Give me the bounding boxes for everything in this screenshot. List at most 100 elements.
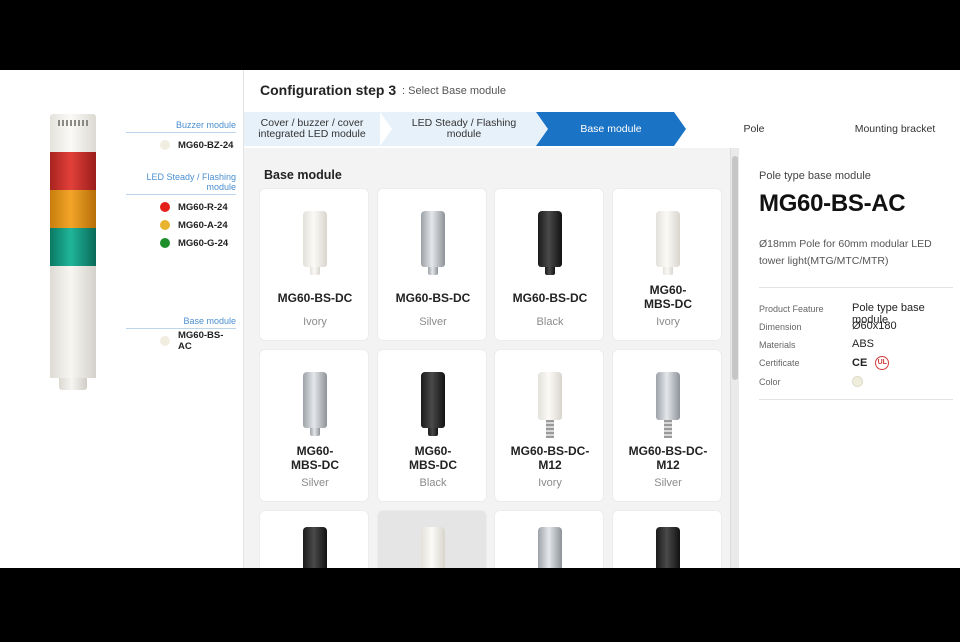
selected-module-item[interactable]: MG60-BS-AC bbox=[126, 330, 236, 352]
product-name: MG60-MBS-DC bbox=[644, 283, 692, 311]
product-name: MG60-BS-DC bbox=[395, 291, 471, 305]
spec-label: Color bbox=[759, 377, 781, 387]
product-image bbox=[303, 211, 327, 275]
spec-row-certificate: Certificate CE UL bbox=[759, 356, 959, 374]
detail-description: Ø18mm Pole for 60mm modular LED tower li… bbox=[759, 238, 932, 267]
step-progress-bar: Cover / buzzer / cover integrated LED mo… bbox=[244, 112, 960, 146]
product-image bbox=[538, 372, 562, 438]
product-card[interactable]: MG60-BS-DC Black bbox=[494, 188, 604, 341]
module-code: MG60-R-24 bbox=[178, 201, 228, 213]
spec-label: Materials bbox=[759, 340, 796, 350]
product-image bbox=[656, 211, 680, 275]
spec-row-dimension: Dimension Ø60x180 bbox=[759, 320, 959, 338]
step-label: Mounting bracket bbox=[854, 122, 936, 135]
product-name: MG60-BS-DC-M12 bbox=[510, 444, 590, 472]
red-led-module-preview bbox=[50, 152, 96, 190]
page-subtitle: : Select Base module bbox=[402, 85, 506, 97]
product-color: Black bbox=[536, 316, 564, 328]
spec-label: Certificate bbox=[759, 358, 800, 368]
configuration-main: Configuration step 3 : Select Base modul… bbox=[243, 70, 960, 568]
group-label: Buzzer module bbox=[126, 120, 236, 133]
module-code: MG60-A-24 bbox=[178, 219, 228, 231]
selected-module-item[interactable]: MG60-R-24 bbox=[126, 201, 236, 213]
product-color: Ivory bbox=[656, 316, 680, 328]
amber-led-module-preview bbox=[50, 190, 96, 228]
product-color: Silver bbox=[419, 316, 447, 328]
spec-value: ABS bbox=[852, 338, 875, 350]
product-card[interactable]: MG60-BS-DC-M12 Ivory bbox=[494, 349, 604, 502]
step-arrow-icon bbox=[674, 112, 686, 146]
module-code: MG60-BZ-24 bbox=[178, 139, 234, 151]
product-card[interactable]: MG60-BS-DC Silver bbox=[377, 188, 487, 341]
product-image bbox=[303, 372, 327, 436]
ul-mark-icon: UL bbox=[875, 356, 890, 370]
green-led-module-preview bbox=[50, 228, 96, 266]
step-label: Pole bbox=[743, 122, 765, 135]
configurator-window: Buzzer module MG60-BZ-24 LED Steady / Fl… bbox=[0, 70, 960, 568]
product-card[interactable]: MG60-BS-DC-M12 Silver bbox=[612, 349, 722, 502]
base-module-preview bbox=[50, 266, 96, 378]
step-label: Base module bbox=[580, 122, 642, 135]
detail-model: MG60-BS-AC bbox=[759, 190, 906, 217]
spec-label: Dimension bbox=[759, 322, 802, 332]
product-card[interactable]: MG60-MBS-DC Ivory bbox=[612, 188, 722, 341]
spec-row-color: Color bbox=[759, 375, 959, 393]
step-label: LED Steady / Flashing module bbox=[411, 117, 517, 140]
color-dot-icon bbox=[160, 238, 170, 248]
product-card-selected[interactable] bbox=[377, 510, 487, 568]
spec-value bbox=[852, 375, 863, 387]
divider bbox=[759, 399, 953, 400]
buzzer-module-preview bbox=[50, 114, 96, 152]
color-swatch bbox=[852, 375, 863, 387]
product-grid-panel: Base module MG60-BS-DC Ivory MG60-BS-DC … bbox=[244, 148, 739, 568]
spec-value: CE UL bbox=[852, 356, 890, 370]
module-code: MG60-G-24 bbox=[178, 237, 229, 249]
product-color: Silver bbox=[654, 477, 682, 489]
selected-module-item[interactable]: MG60-A-24 bbox=[126, 219, 236, 231]
product-image bbox=[656, 372, 680, 438]
step-base-module[interactable]: Base module bbox=[536, 112, 686, 146]
step-notch-icon bbox=[536, 112, 548, 146]
tower-light-preview bbox=[50, 114, 96, 390]
color-dot-icon bbox=[160, 202, 170, 212]
spec-row-materials: Materials ABS bbox=[759, 338, 959, 356]
buzzer-module-group: Buzzer module MG60-BZ-24 bbox=[126, 120, 236, 151]
product-name: MG60-BS-DC-M12 bbox=[628, 444, 708, 472]
page-title: Configuration step 3 bbox=[260, 82, 397, 98]
product-image bbox=[303, 527, 327, 568]
product-image bbox=[656, 527, 680, 568]
product-color: Ivory bbox=[303, 316, 327, 328]
product-name: MG60-MBS-DC bbox=[409, 444, 457, 472]
product-card[interactable] bbox=[612, 510, 722, 568]
step-mounting-bracket[interactable]: Mounting bracket bbox=[832, 112, 958, 146]
tower-preview-panel: Buzzer module MG60-BZ-24 LED Steady / Fl… bbox=[0, 70, 243, 568]
divider bbox=[759, 287, 953, 288]
step-led-module[interactable]: LED Steady / Flashing module bbox=[380, 112, 536, 146]
module-code: MG60-BS-AC bbox=[178, 330, 224, 352]
product-card[interactable]: MG60-MBS-DC Silver bbox=[259, 349, 369, 502]
product-image bbox=[538, 527, 562, 568]
selected-module-item[interactable]: MG60-G-24 bbox=[126, 237, 236, 249]
step-label: Cover / buzzer / cover integrated LED mo… bbox=[258, 117, 366, 140]
spec-row-feature: Product Feature Pole type base module bbox=[759, 302, 959, 326]
group-label: Base module bbox=[126, 316, 236, 329]
grid-scrollbar[interactable] bbox=[730, 148, 739, 568]
product-name: MG60-BS-DC bbox=[512, 291, 588, 305]
color-dot-icon bbox=[160, 336, 170, 346]
step-cover-buzzer[interactable]: Cover / buzzer / cover integrated LED mo… bbox=[244, 112, 392, 146]
selected-module-item[interactable]: MG60-BZ-24 bbox=[126, 139, 236, 151]
led-module-group: LED Steady / Flashing module MG60-R-24 M… bbox=[126, 172, 236, 249]
ce-mark-icon: CE bbox=[852, 356, 868, 369]
product-card[interactable] bbox=[494, 510, 604, 568]
scrollbar-thumb[interactable] bbox=[732, 156, 738, 380]
product-detail-panel: Pole type base module MG60-BS-AC Ø18mm P… bbox=[741, 148, 960, 568]
product-card[interactable]: MG60-MBS-DC Black bbox=[377, 349, 487, 502]
step-pole[interactable]: Pole bbox=[686, 112, 822, 146]
product-name: MG60-BS-DC bbox=[277, 291, 353, 305]
product-card[interactable] bbox=[259, 510, 369, 568]
product-name: MG60-MBS-DC bbox=[291, 444, 339, 472]
step-notch-icon bbox=[380, 112, 392, 146]
detail-type: Pole type base module bbox=[759, 170, 871, 182]
product-color: Silver bbox=[301, 477, 329, 489]
product-card[interactable]: MG60-BS-DC Ivory bbox=[259, 188, 369, 341]
